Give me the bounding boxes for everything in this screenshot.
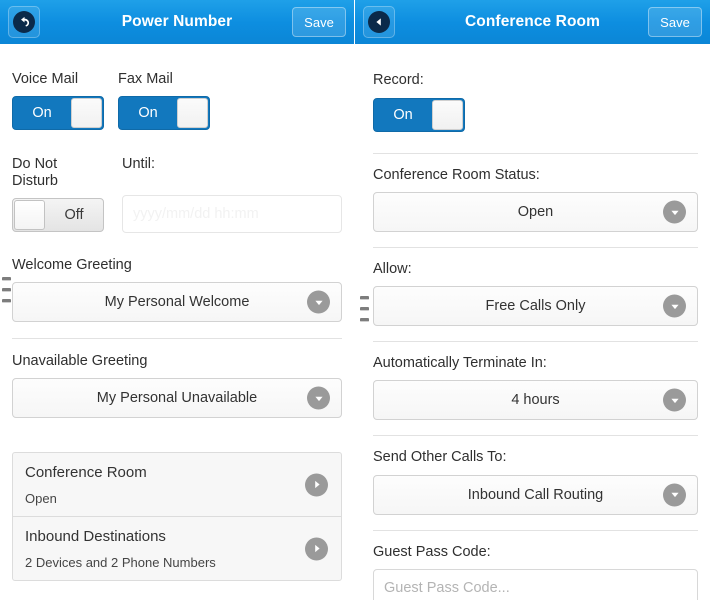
drag-handle-icon[interactable]: [360, 296, 369, 323]
record-toggle-knob[interactable]: [432, 100, 463, 131]
record-toggle-state: On: [393, 107, 413, 124]
fax-mail-toggle-state: On: [138, 105, 158, 122]
dual-panel-screen: Power Number Save Voice Mail On Fax Mail: [0, 0, 710, 600]
terminate-section: Automatically Terminate In: 4 hours: [373, 341, 698, 421]
until-label: Until:: [122, 156, 156, 173]
send-other-calls-label: Send Other Calls To:: [373, 449, 507, 466]
list-item-title: Inbound Destinations: [25, 528, 166, 546]
terminate-value: 4 hours: [511, 392, 560, 409]
left-save-button[interactable]: Save: [292, 7, 346, 37]
unavailable-greeting-label: Unavailable Greeting: [12, 353, 148, 370]
chevron-right-icon: [305, 537, 328, 561]
until-input-placeholder: yyyy/mm/dd hh:mm: [133, 206, 259, 223]
right-save-button[interactable]: Save: [648, 7, 702, 37]
navigation-list: Conference Room Open Inbound Destination…: [12, 452, 342, 582]
welcome-greeting-value: My Personal Welcome: [104, 294, 250, 311]
left-panel-body: Voice Mail On Fax Mail On Do Not Disturb…: [0, 44, 354, 600]
guest-pass-code-label: Guest Pass Code:: [373, 543, 491, 560]
drag-handle-icon[interactable]: [2, 277, 11, 304]
chevron-right-icon: [305, 473, 328, 497]
dnd-label: Do Not Disturb: [12, 156, 58, 190]
allow-value: Free Calls Only: [485, 298, 586, 315]
guest-pass-code-section: Guest Pass Code: Guest Pass Code...: [373, 529, 698, 600]
conference-status-select[interactable]: Open: [373, 192, 698, 233]
right-panel-body: Record: On Conference Room Status: Open: [355, 44, 710, 600]
dnd-toggle-state: Off: [64, 207, 84, 224]
conference-status-label: Conference Room Status:: [373, 167, 540, 184]
chevron-down-icon: [307, 290, 330, 314]
right-header-bar: Conference Room Save: [355, 0, 710, 44]
allow-select[interactable]: Free Calls Only: [373, 286, 698, 327]
voice-mail-group: Voice Mail On: [12, 71, 104, 131]
record-label: Record:: [373, 72, 424, 88]
until-group: Until: yyyy/mm/dd hh:mm: [122, 156, 342, 234]
back-undo-arrow-icon: [13, 11, 35, 33]
list-item-subtitle: Open: [25, 491, 57, 507]
until-input[interactable]: yyyy/mm/dd hh:mm: [122, 195, 342, 234]
power-number-panel: Power Number Save Voice Mail On Fax Mail: [0, 0, 355, 600]
voice-mail-label: Voice Mail: [12, 71, 79, 87]
guest-pass-code-input[interactable]: Guest Pass Code...: [373, 568, 698, 600]
unavailable-greeting-value: My Personal Unavailable: [96, 390, 258, 407]
terminate-label: Automatically Terminate In:: [373, 355, 547, 372]
back-button[interactable]: [363, 6, 395, 38]
record-toggle[interactable]: On: [373, 98, 465, 133]
unavailable-greeting-section: Unavailable Greeting My Personal Unavail…: [12, 338, 342, 419]
unavailable-greeting-select[interactable]: My Personal Unavailable: [12, 378, 342, 419]
list-item[interactable]: Conference Room Open: [13, 453, 341, 518]
voice-mail-toggle-knob[interactable]: [71, 98, 102, 129]
list-item[interactable]: Inbound Destinations 2 Devices and 2 Pho…: [13, 517, 341, 580]
chevron-down-icon: [663, 388, 686, 412]
dnd-toggle-knob[interactable]: [14, 200, 45, 231]
conference-status-section: Conference Room Status: Open: [373, 153, 698, 233]
send-other-calls-value: Inbound Call Routing: [467, 486, 604, 503]
dnd-toggle[interactable]: Off: [12, 198, 104, 233]
conference-status-value: Open: [517, 204, 554, 221]
voice-mail-toggle[interactable]: On: [12, 96, 104, 131]
list-item-subtitle: 2 Devices and 2 Phone Numbers: [25, 555, 216, 571]
chevron-down-icon: [663, 483, 686, 507]
fax-mail-group: Fax Mail On: [118, 71, 210, 131]
chevron-down-icon: [663, 294, 686, 318]
send-other-calls-section: Send Other Calls To: Inbound Call Routin…: [373, 435, 698, 515]
terminate-select[interactable]: 4 hours: [373, 380, 698, 421]
back-button[interactable]: [8, 6, 40, 38]
dnd-section: Do Not Disturb Off Until: yyyy/mm/dd hh:…: [12, 130, 342, 234]
guest-pass-code-placeholder: Guest Pass Code...: [384, 579, 510, 596]
mail-toggles-section: Voice Mail On Fax Mail On: [12, 44, 342, 131]
welcome-greeting-select[interactable]: My Personal Welcome: [12, 282, 342, 323]
fax-mail-toggle-knob[interactable]: [177, 98, 208, 129]
allow-label: Allow:: [373, 261, 412, 278]
send-other-calls-select[interactable]: Inbound Call Routing: [373, 474, 698, 515]
chevron-down-icon: [307, 386, 330, 410]
welcome-greeting-section: Welcome Greeting My Personal Welcome: [2, 233, 342, 323]
voice-mail-toggle-state: On: [32, 105, 52, 122]
chevron-down-icon: [663, 200, 686, 224]
allow-section: Allow: Free Calls Only: [360, 247, 698, 327]
list-item-title: Conference Room: [25, 464, 147, 482]
dnd-group: Do Not Disturb Off: [12, 156, 112, 233]
fax-mail-toggle[interactable]: On: [118, 96, 210, 131]
left-header-bar: Power Number Save: [0, 0, 354, 44]
conference-room-panel: Conference Room Save Record: On Conferen…: [355, 0, 710, 600]
record-section: Record: On: [373, 44, 698, 133]
welcome-greeting-label: Welcome Greeting: [12, 257, 132, 274]
chevron-left-circle-icon: [368, 11, 390, 33]
fax-mail-label: Fax Mail: [118, 71, 173, 87]
